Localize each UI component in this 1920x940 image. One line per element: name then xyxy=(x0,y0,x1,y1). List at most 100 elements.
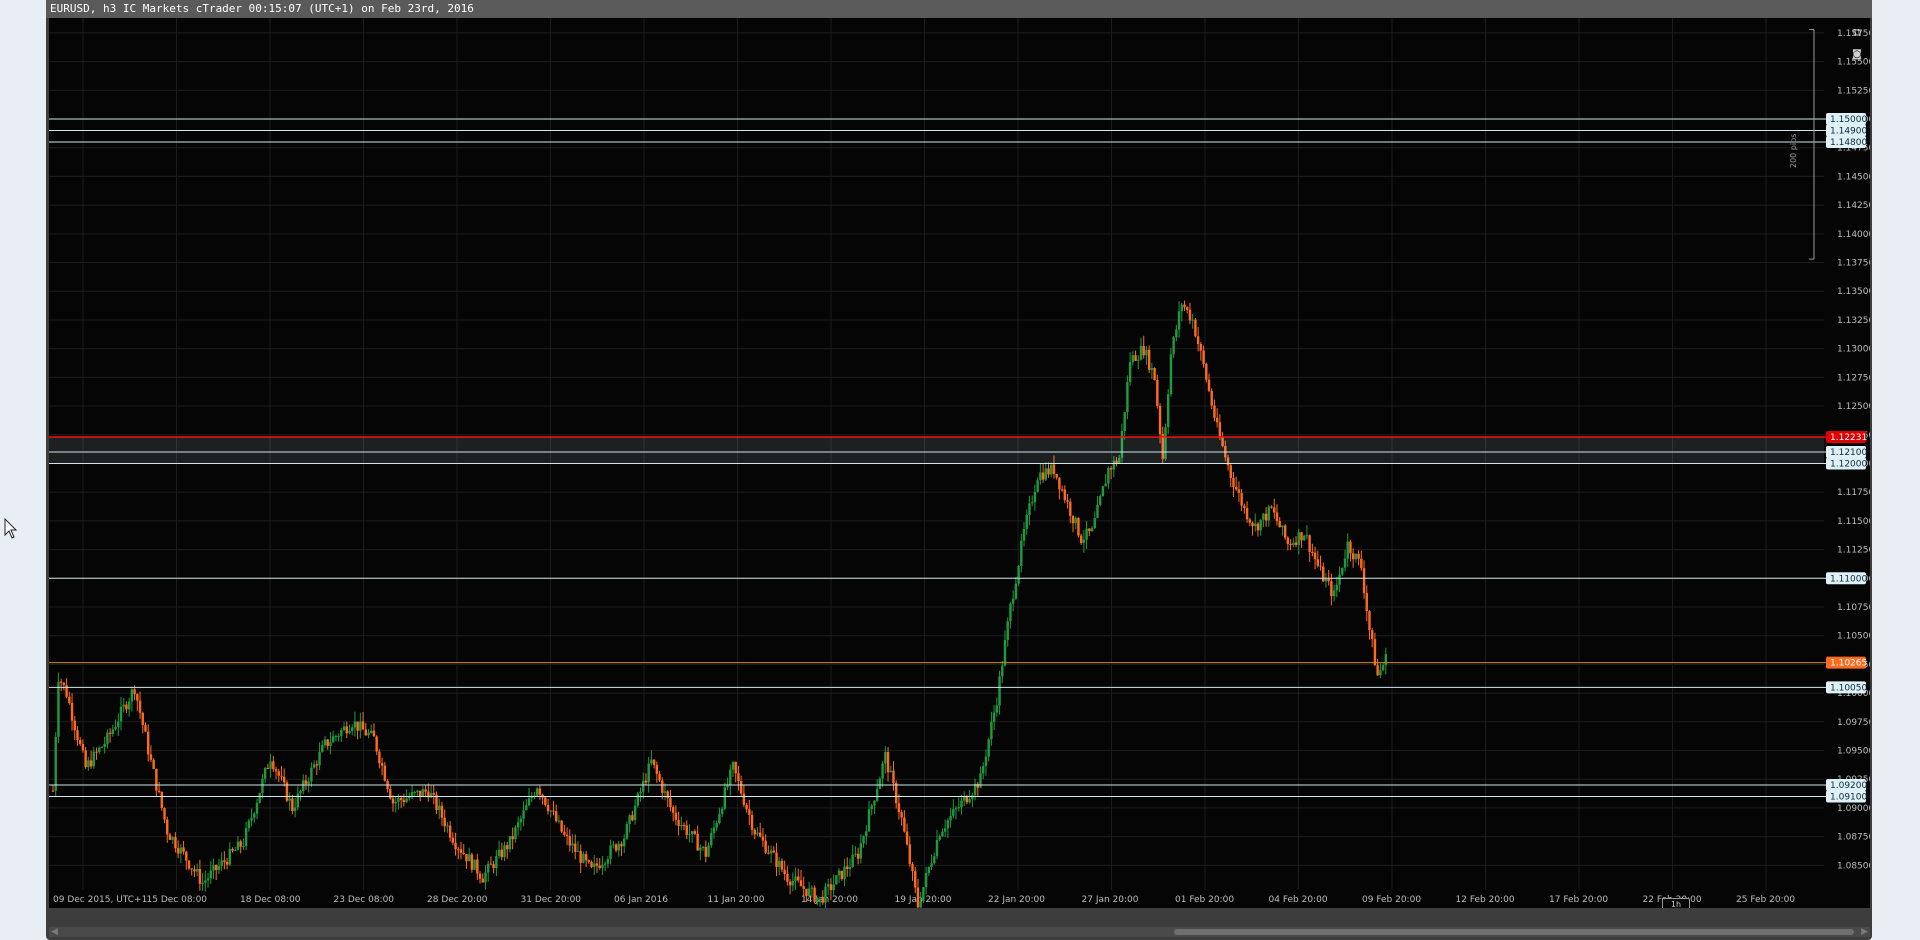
bull-candle xyxy=(1172,337,1175,355)
bear-candle xyxy=(1362,568,1366,594)
bull-candle xyxy=(720,808,724,815)
bear-candle xyxy=(1047,468,1050,475)
bear-candle xyxy=(500,849,504,858)
bear-candle xyxy=(905,831,909,845)
price-level-label: 1.09100 xyxy=(1830,792,1867,802)
bull-candle xyxy=(884,751,887,764)
bear-candle xyxy=(1202,350,1205,364)
bear-candle xyxy=(223,860,226,862)
bear-candle xyxy=(1240,492,1243,506)
bull-candle xyxy=(318,751,321,766)
bear-candle xyxy=(568,836,572,846)
bull-candle xyxy=(1145,349,1148,356)
bear-candle xyxy=(451,837,455,843)
bear-candle xyxy=(590,861,593,867)
bull-candle xyxy=(1259,519,1262,531)
bear-candle xyxy=(563,831,566,835)
bull-candle xyxy=(938,836,941,840)
bull-candle xyxy=(1341,567,1344,575)
bear-candle xyxy=(345,726,348,734)
bull-candle xyxy=(1180,304,1184,312)
timeframe-badge[interactable]: 1h xyxy=(1662,898,1690,908)
bear-candle xyxy=(739,781,743,794)
bull-candle xyxy=(446,825,449,827)
bull-candle xyxy=(171,837,174,840)
time-tick-label: 25 Feb 20:00 xyxy=(1736,895,1795,905)
bear-candle xyxy=(1156,379,1159,406)
time-tick-label: 01 Feb 20:00 xyxy=(1175,895,1234,905)
bear-candle xyxy=(108,732,112,734)
bear-candle xyxy=(1063,489,1067,501)
price-level-label: 1.09200 xyxy=(1830,781,1867,791)
price-tick-label: 1.10750 xyxy=(1837,603,1870,613)
price-chart[interactable]: 1.157501.155001.152501.150001.147501.145… xyxy=(49,18,1870,908)
bear-candle xyxy=(157,790,161,792)
bear-candle xyxy=(631,815,634,821)
bull-candle xyxy=(1254,523,1257,527)
bear-candle xyxy=(1278,521,1281,528)
price-level-label: 1.14800 xyxy=(1830,138,1867,148)
bear-candle xyxy=(1283,525,1287,538)
bull-candle xyxy=(1191,319,1194,321)
bear-candle xyxy=(73,720,76,731)
bull-candle xyxy=(718,814,721,824)
bear-candle xyxy=(897,803,901,813)
bear-candle xyxy=(160,791,164,809)
scroll-right-icon[interactable]: ▶ xyxy=(1861,927,1868,937)
bull-candle xyxy=(1036,480,1039,492)
bull-candle xyxy=(255,802,259,814)
bull-candle xyxy=(348,730,351,734)
bull-candle xyxy=(636,793,640,806)
camera-icon[interactable]: ◙ xyxy=(1850,48,1864,62)
price-tick-label: 1.13250 xyxy=(1837,316,1870,326)
bull-candle xyxy=(236,841,240,851)
bull-candle xyxy=(1082,539,1086,543)
bull-candle xyxy=(1020,540,1023,567)
price-tick-label: 1.08500 xyxy=(1837,861,1870,871)
bull-candle xyxy=(334,736,338,738)
bear-candle xyxy=(802,886,805,889)
bull-candle xyxy=(293,807,297,812)
bull-candle xyxy=(816,897,819,902)
time-tick-label: 09 Dec 2015, UTC+1 xyxy=(53,895,147,905)
bull-candle xyxy=(729,769,732,786)
bull-candle xyxy=(114,727,117,730)
bear-candle xyxy=(138,700,142,713)
bear-candle xyxy=(454,842,457,850)
scroll-thumb[interactable] xyxy=(1174,929,1854,935)
time-tick-label: 22 Jan 20:00 xyxy=(988,895,1045,905)
horizontal-scrollbar[interactable]: ◀ ▶ xyxy=(49,927,1870,937)
bear-candle xyxy=(182,847,185,852)
bull-candle xyxy=(54,736,57,791)
bull-candle xyxy=(195,869,199,872)
time-tick-label: 15 Dec 08:00 xyxy=(147,895,208,905)
bull-candle xyxy=(865,831,868,837)
price-tick-label: 1.13000 xyxy=(1837,345,1870,355)
bull-candle xyxy=(859,843,863,859)
bull-candle xyxy=(878,778,882,790)
bear-candle xyxy=(282,776,286,783)
bear-candle xyxy=(214,865,218,870)
bull-candle xyxy=(778,860,781,867)
bull-candle xyxy=(710,832,713,846)
scroll-left-icon[interactable]: ◀ xyxy=(51,927,58,937)
bull-candle xyxy=(1137,359,1140,361)
bull-candle xyxy=(1354,553,1358,560)
bull-candle xyxy=(367,732,370,736)
bear-candle xyxy=(661,780,664,793)
chart-canvas[interactable]: 1.157501.155001.152501.150001.147501.145… xyxy=(49,18,1870,908)
bear-candle xyxy=(1077,517,1080,536)
bull-candle xyxy=(1009,603,1012,622)
bear-candle xyxy=(462,852,465,855)
bull-candle xyxy=(1074,517,1077,524)
bull-candle xyxy=(957,807,960,809)
bull-candle xyxy=(302,780,305,791)
bear-candle xyxy=(1327,578,1330,582)
price-tick-label: 1.13750 xyxy=(1837,259,1870,269)
bear-candle xyxy=(70,702,74,721)
bull-candle xyxy=(715,823,718,828)
detach-icon[interactable]: ⧉ xyxy=(1850,26,1864,40)
bull-candle xyxy=(323,739,327,746)
bull-candle xyxy=(1022,528,1026,541)
bear-candle xyxy=(546,804,550,812)
